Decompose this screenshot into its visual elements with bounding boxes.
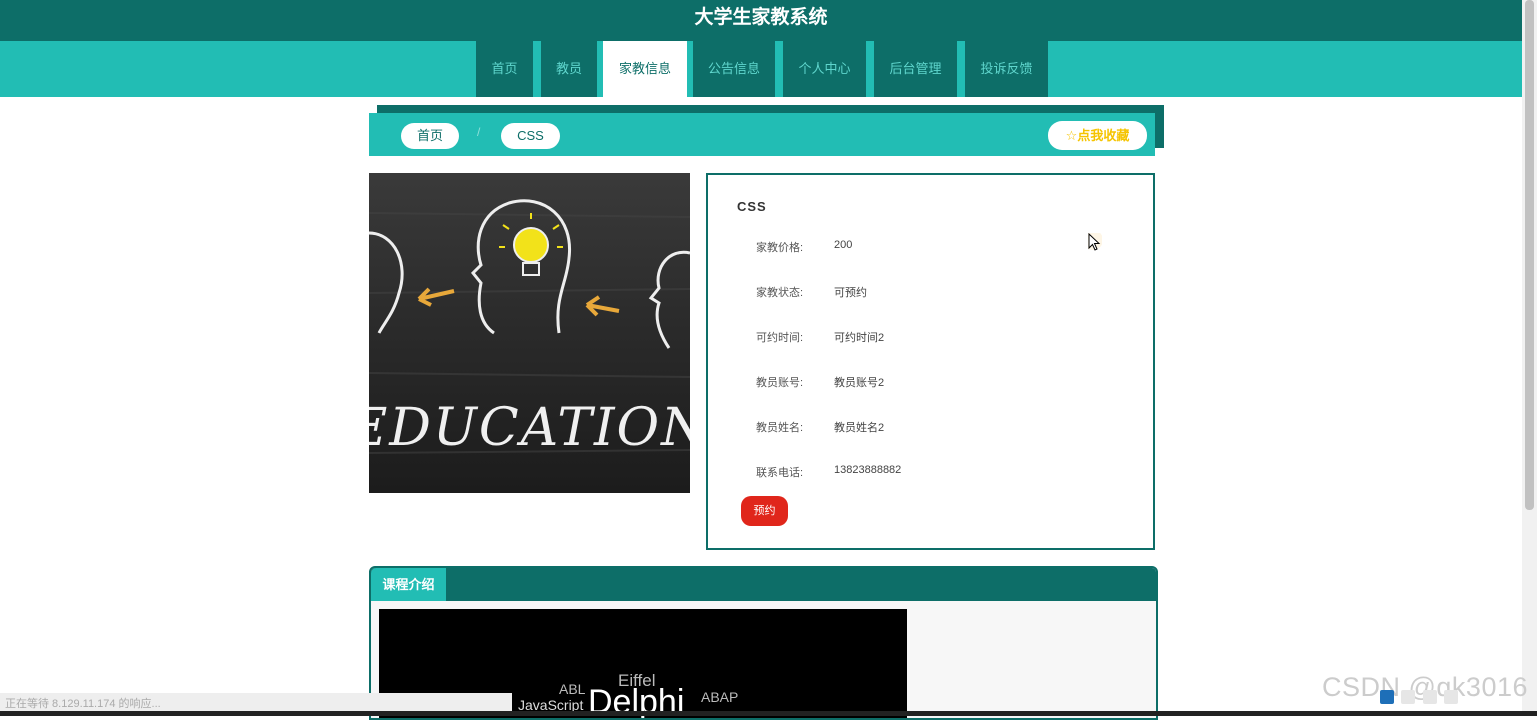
- available-time-label: 可约时间:: [756, 332, 804, 344]
- breadcrumb-home[interactable]: 首页: [401, 123, 459, 149]
- app-title: 大学生家教系统: [694, 7, 828, 28]
- intro-header: 课程介绍: [371, 568, 1156, 601]
- tray-icon[interactable]: [1422, 690, 1437, 704]
- nav-item-announcements[interactable]: 公告信息: [693, 41, 775, 97]
- status-label: 家教状态:: [756, 287, 804, 299]
- tutor-account-value: 教员账号2: [834, 377, 885, 389]
- nav-item-tutoring-info[interactable]: 家教信息: [603, 41, 687, 97]
- status-value: 可预约: [834, 287, 867, 299]
- price-value: 200: [834, 239, 853, 251]
- breadcrumb-separator: /: [477, 125, 481, 139]
- book-button[interactable]: 预约: [741, 496, 788, 526]
- video-word-abl: ABL: [559, 681, 586, 697]
- taskbar-edge: [0, 711, 1537, 716]
- main-nav: 首页 教员 家教信息 公告信息 个人中心 后台管理 投诉反馈: [0, 41, 1522, 97]
- breadcrumb: 首页 / CSS ☆点我收藏: [369, 113, 1155, 156]
- status-text: 正在等待 8.129.11.174 的响应...: [5, 698, 161, 710]
- nav-item-home[interactable]: 首页: [476, 41, 533, 97]
- course-image: EDUCATION: [369, 173, 690, 493]
- tutor-name-label: 教员姓名:: [756, 422, 804, 434]
- mouse-cursor-icon: [1083, 230, 1103, 258]
- education-illustration: EDUCATION: [369, 173, 690, 493]
- tray-icon[interactable]: [1401, 690, 1416, 704]
- tray-icon[interactable]: [1380, 690, 1394, 704]
- page-scrollbar[interactable]: [1522, 0, 1537, 716]
- favorite-button[interactable]: ☆点我收藏: [1048, 121, 1147, 150]
- phone-value: 13823888882: [834, 464, 902, 476]
- nav-item-profile[interactable]: 个人中心: [783, 41, 866, 97]
- scrollbar-thumb[interactable]: [1525, 0, 1534, 510]
- breadcrumb-current[interactable]: CSS: [501, 123, 560, 149]
- tab-course-intro[interactable]: 课程介绍: [371, 568, 446, 601]
- available-time-value: 可约时间2: [834, 332, 885, 344]
- nav-item-feedback[interactable]: 投诉反馈: [965, 41, 1048, 97]
- app-header: 大学生家教系统: [0, 0, 1522, 41]
- education-text: EDUCATION: [369, 398, 690, 458]
- tray-icon[interactable]: [1444, 690, 1459, 704]
- nav-item-admin[interactable]: 后台管理: [874, 41, 957, 97]
- video-word-abap: ABAP: [701, 689, 739, 705]
- phone-label: 联系电话:: [756, 467, 804, 479]
- browser-status-bar: 正在等待 8.129.11.174 的响应...: [0, 693, 512, 712]
- nav-item-tutors[interactable]: 教员: [541, 41, 597, 97]
- detail-title: CSS: [737, 199, 767, 214]
- system-tray: [1380, 690, 1461, 710]
- tutor-name-value: 教员姓名2: [834, 422, 885, 434]
- tutoring-detail-card: CSS 家教价格: 200 家教状态: 可预约 可约时间: 可约时间2 教员账号…: [706, 173, 1155, 550]
- tutor-account-label: 教员账号:: [756, 377, 804, 389]
- price-label: 家教价格:: [756, 242, 804, 254]
